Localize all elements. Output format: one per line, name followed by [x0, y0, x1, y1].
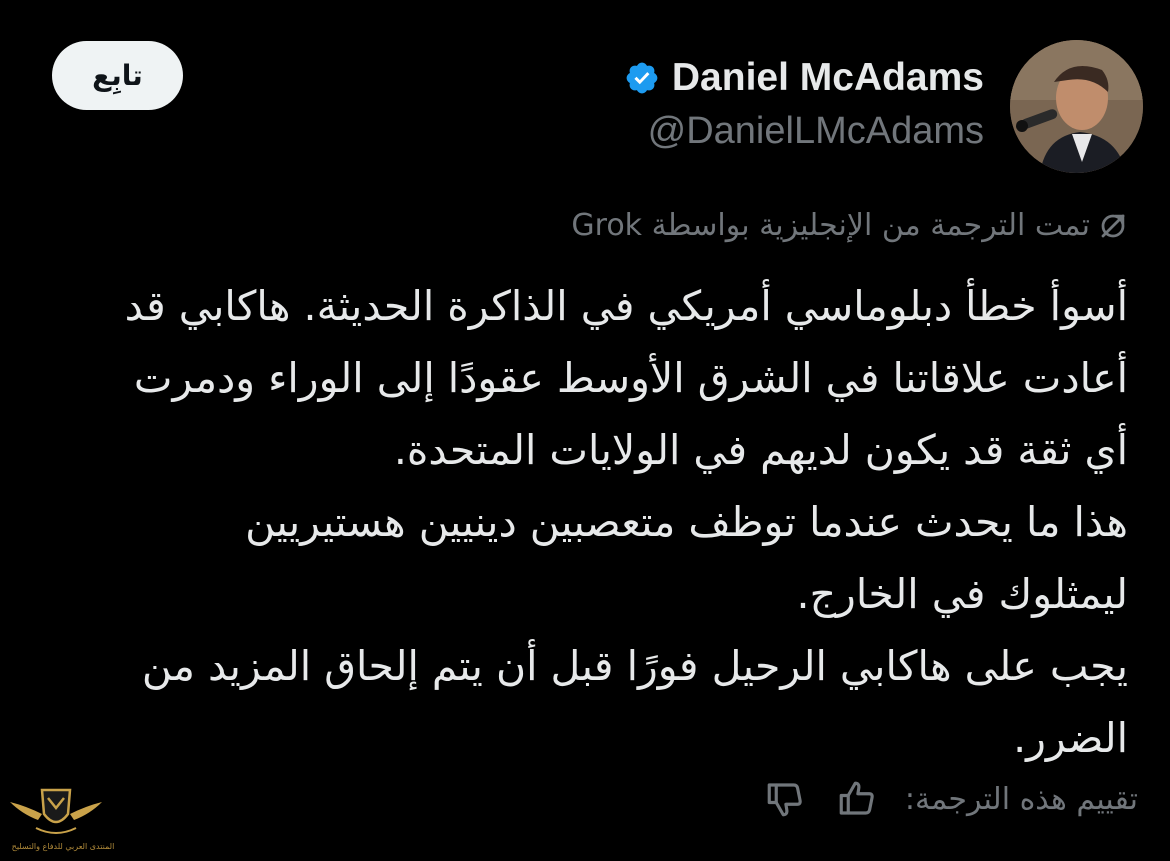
- tweet-line: يجب على هاكابي الرحيل فورًا قبل أن يتم إ…: [141, 642, 1128, 690]
- tweet-line: الضرر.: [1013, 714, 1128, 762]
- verified-badge-icon: [624, 60, 660, 96]
- follow-button[interactable]: تابِع: [52, 41, 183, 110]
- watermark: المنتدى العربي للدفاع والتسليح: [8, 780, 114, 858]
- user-handle[interactable]: @DanielLMcAdams: [424, 110, 984, 153]
- eagle-shield-logo-icon: [10, 788, 102, 834]
- tweet-line: أعادت علاقاتنا في الشرق الأوسط عقودًا إل…: [133, 354, 1128, 402]
- thumbs-down-icon[interactable]: [761, 775, 809, 823]
- watermark-text: المنتدى العربي للدفاع والتسليح: [11, 842, 115, 851]
- author-info: Daniel McAdams @DanielLMcAdams: [424, 52, 984, 153]
- tweet-line: ليمثلوك في الخارج.: [796, 570, 1128, 618]
- translate-icon: [1098, 211, 1128, 241]
- tweet-screen: Daniel McAdams @DanielLMcAdams تابِع تمت…: [0, 0, 1170, 861]
- tweet-line: أسوأ خطأ دبلوماسي أمريكي في الذاكرة الحد…: [124, 282, 1128, 330]
- avatar[interactable]: [1010, 40, 1143, 173]
- translation-note[interactable]: تمت الترجمة من الإنجليزية بواسطة Grok: [571, 208, 1128, 243]
- translation-note-text: تمت الترجمة من الإنجليزية بواسطة Grok: [571, 208, 1090, 243]
- avatar-photo-icon: [1010, 40, 1143, 173]
- tweet-line: أي ثقة قد يكون لديهم في الولايات المتحدة…: [393, 426, 1128, 474]
- display-name[interactable]: Daniel McAdams: [672, 56, 984, 100]
- translation-rating: تقييم هذه الترجمة:: [761, 775, 1138, 823]
- thumbs-up-icon[interactable]: [833, 775, 881, 823]
- tweet-line: هذا ما يحدث عندما توظف متعصبين دينيين هس…: [245, 498, 1128, 546]
- tweet-text: أسوأ خطأ دبلوماسي أمريكي في الذاكرة الحد…: [38, 270, 1128, 774]
- name-row: Daniel McAdams: [424, 52, 984, 104]
- rating-label: تقييم هذه الترجمة:: [904, 781, 1138, 817]
